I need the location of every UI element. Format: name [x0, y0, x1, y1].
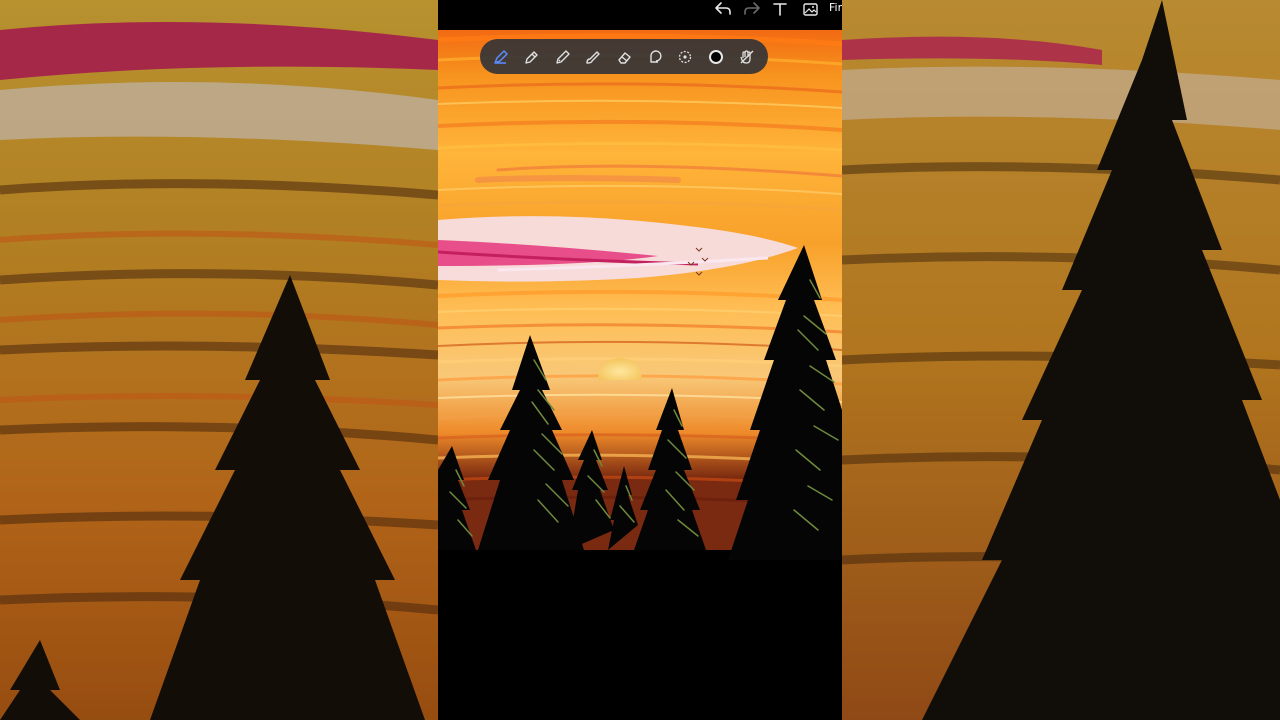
top-bar: Fin	[438, 0, 842, 30]
ground	[438, 550, 842, 720]
marker-tool[interactable]	[519, 44, 545, 70]
color-picker[interactable]	[703, 44, 729, 70]
pen-tool[interactable]	[488, 44, 514, 70]
left-backdrop	[0, 0, 438, 720]
undo-icon[interactable]	[712, 0, 734, 18]
finish-button[interactable]: Fin	[829, 1, 842, 14]
text-icon[interactable]	[770, 0, 790, 18]
right-backdrop	[842, 0, 1280, 720]
drawing-app-screen: Fin	[438, 0, 842, 720]
lasso-tool[interactable]	[642, 44, 668, 70]
drawing-canvas[interactable]	[438, 30, 842, 720]
spray-tool[interactable]	[672, 44, 698, 70]
eraser-tool[interactable]	[611, 44, 637, 70]
hand-tool[interactable]	[734, 44, 760, 70]
pencil-tool[interactable]	[550, 44, 576, 70]
image-icon[interactable]	[800, 0, 820, 18]
brush-tool[interactable]	[580, 44, 606, 70]
tool-palette	[480, 39, 768, 74]
redo-icon[interactable]	[741, 0, 763, 18]
